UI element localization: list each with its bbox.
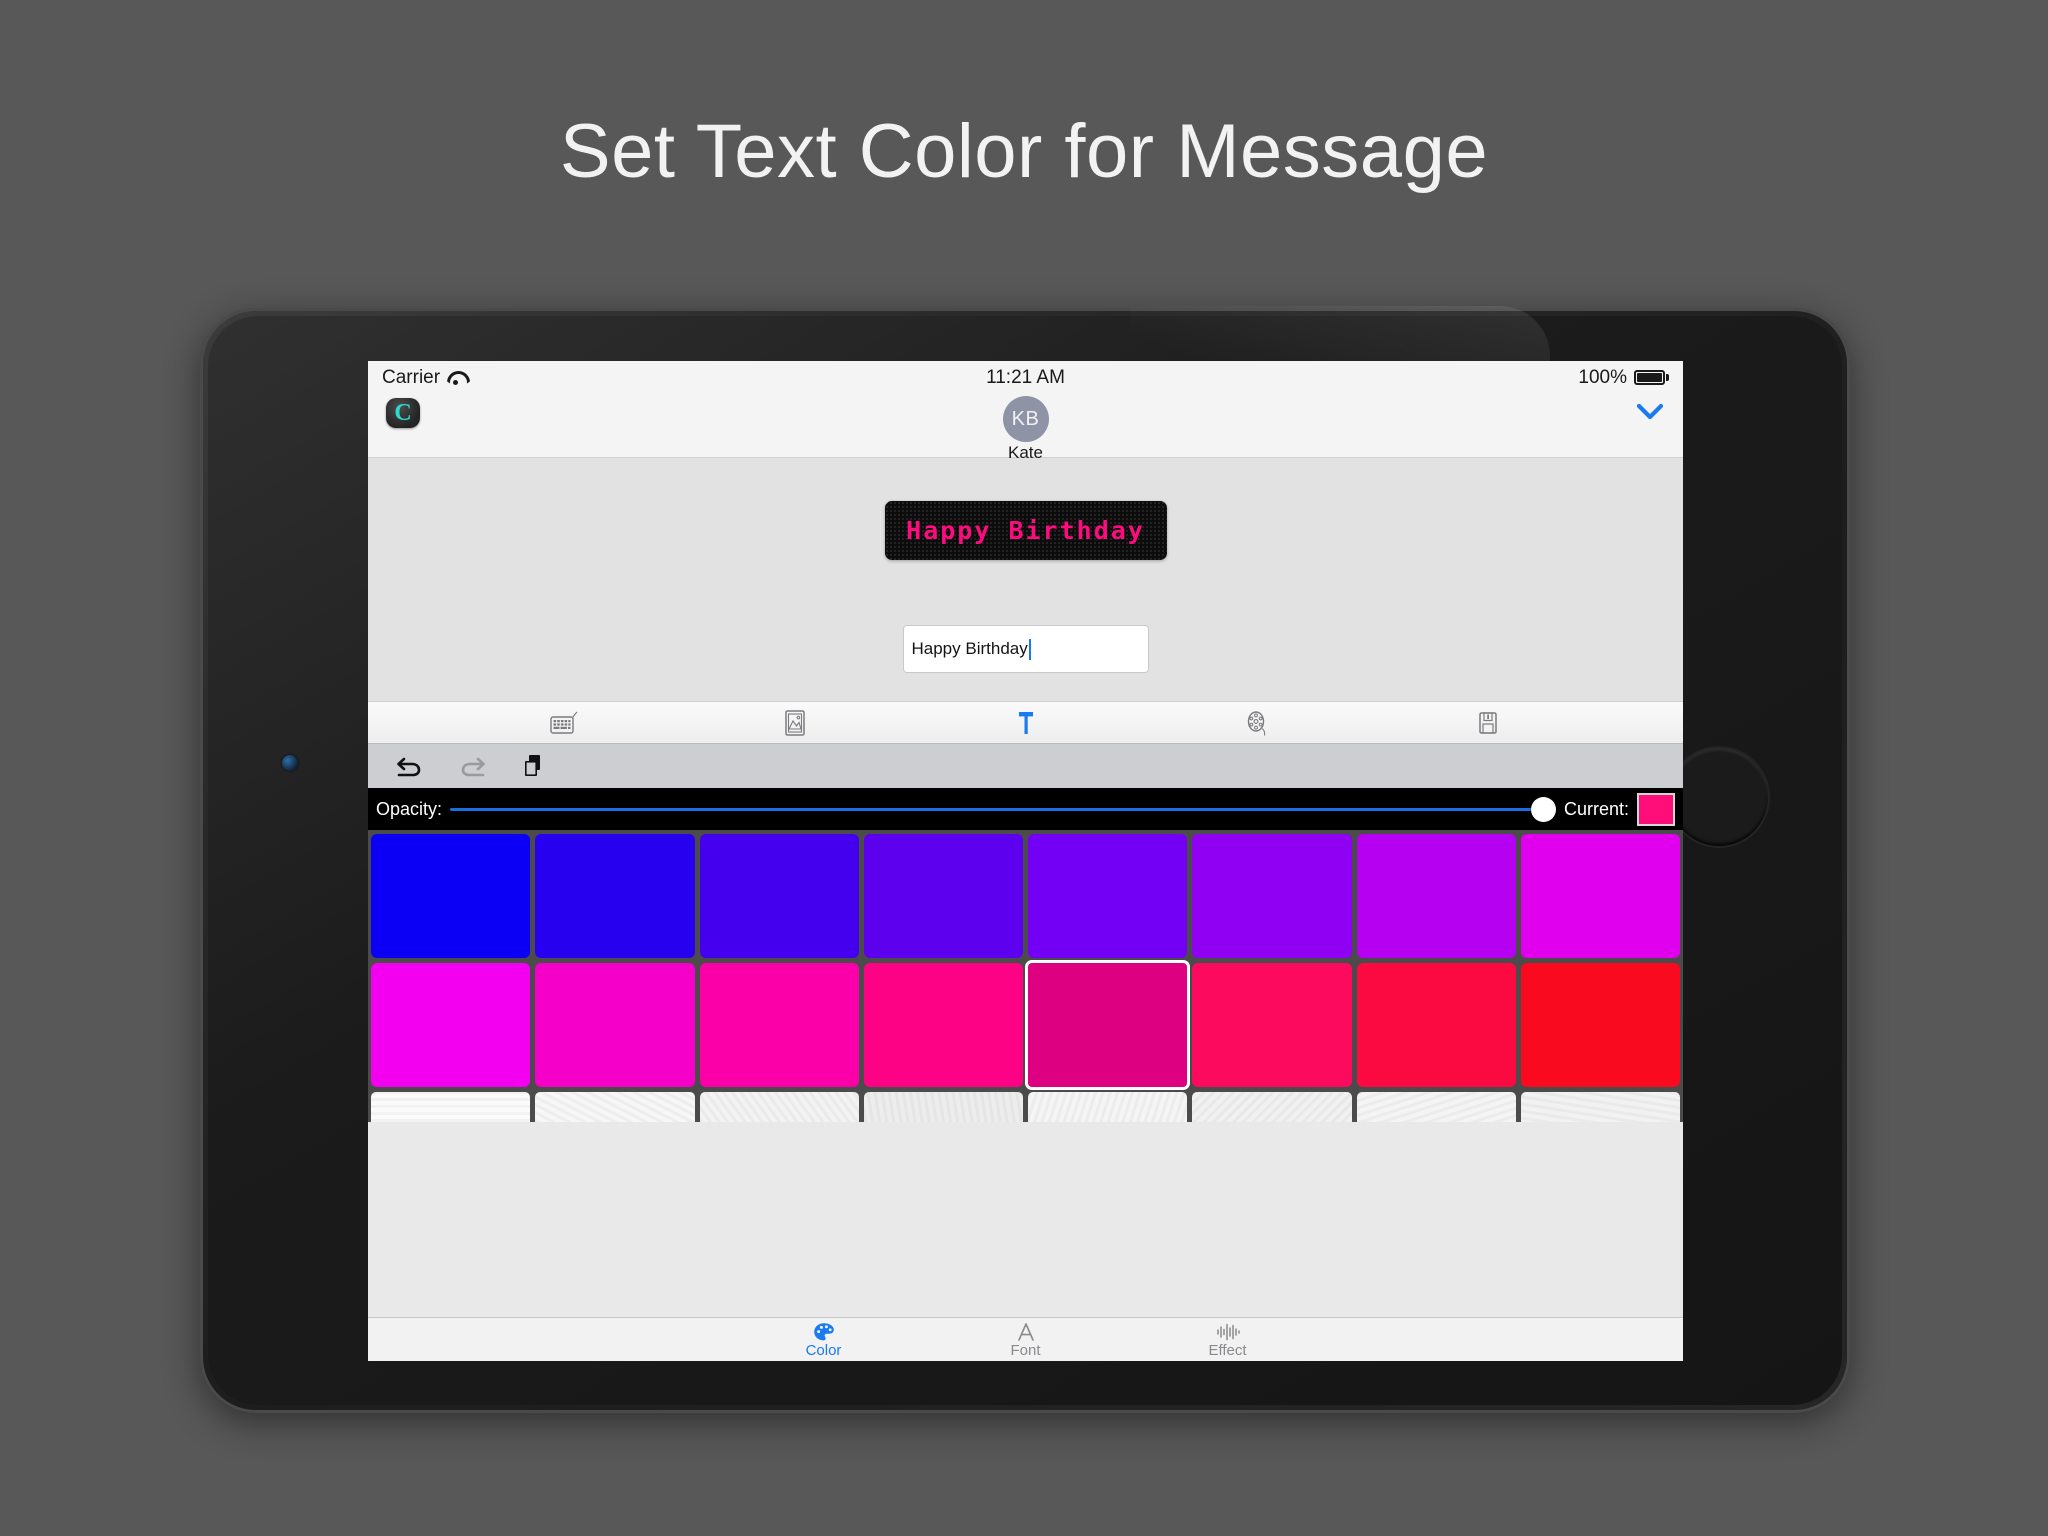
color-swatch[interactable] bbox=[699, 1092, 859, 1122]
color-swatch[interactable] bbox=[1356, 834, 1516, 958]
color-swatch[interactable] bbox=[535, 1092, 695, 1122]
tab-font[interactable]: Font bbox=[981, 1322, 1071, 1358]
tab-color[interactable]: Color bbox=[779, 1322, 869, 1358]
color-swatch[interactable] bbox=[1192, 963, 1352, 1087]
tab-effect-label: Effect bbox=[1208, 1341, 1247, 1359]
redo-icon[interactable] bbox=[454, 749, 490, 783]
save-icon[interactable] bbox=[1458, 703, 1518, 743]
message-text-value: Happy Birthday bbox=[911, 639, 1028, 658]
film-reel-icon[interactable] bbox=[1227, 703, 1287, 743]
color-swatch[interactable] bbox=[1192, 834, 1352, 958]
app-logo-icon[interactable]: C bbox=[386, 398, 420, 428]
font-a-icon bbox=[1017, 1322, 1034, 1341]
keyboard-icon[interactable] bbox=[534, 703, 594, 743]
avatar[interactable]: KB bbox=[1002, 396, 1049, 442]
app-logo-letter: C bbox=[394, 400, 412, 426]
text-icon[interactable] bbox=[996, 703, 1056, 743]
tool-row bbox=[368, 701, 1683, 744]
color-swatch[interactable] bbox=[535, 834, 695, 958]
avatar-initials: KB bbox=[1011, 407, 1040, 430]
opacity-slider-knob[interactable] bbox=[1530, 796, 1556, 822]
palette-row bbox=[371, 963, 1680, 1087]
tab-effect[interactable]: Effect bbox=[1183, 1322, 1273, 1358]
message-canvas[interactable]: Happy Birthday Happy Birthday bbox=[368, 458, 1683, 701]
waveform-icon bbox=[1216, 1323, 1240, 1340]
palette-icon bbox=[813, 1322, 834, 1340]
bottom-tab-bar: Color Font Effect bbox=[368, 1317, 1683, 1361]
text-caret bbox=[1028, 638, 1031, 660]
undo-icon[interactable] bbox=[392, 749, 428, 783]
opacity-slider[interactable] bbox=[450, 796, 1556, 822]
color-swatch[interactable] bbox=[863, 1092, 1023, 1122]
color-swatch[interactable] bbox=[699, 963, 859, 1087]
color-swatch[interactable] bbox=[1028, 834, 1188, 958]
color-swatch[interactable] bbox=[1192, 1092, 1352, 1122]
palette-row bbox=[371, 1092, 1680, 1122]
color-swatch[interactable] bbox=[1356, 1092, 1516, 1122]
device-screen: Carrier 11:21 AM 100% C KB Kate Happy Bi… bbox=[368, 361, 1683, 1361]
color-swatch[interactable] bbox=[371, 1092, 531, 1122]
status-right: 100% bbox=[1578, 367, 1669, 389]
color-swatch[interactable] bbox=[863, 963, 1023, 1087]
chevron-down-icon[interactable] bbox=[1635, 398, 1665, 425]
page-title: Set Text Color for Message bbox=[559, 109, 1489, 194]
message-preview-text: Happy Birthday bbox=[906, 516, 1145, 545]
color-swatch[interactable] bbox=[1520, 834, 1680, 958]
tab-color-label: Color bbox=[805, 1341, 842, 1359]
current-color-label: Current: bbox=[1563, 798, 1629, 819]
color-swatch[interactable] bbox=[371, 963, 531, 1087]
opacity-slider-track bbox=[450, 807, 1532, 811]
nav-bar: C KB Kate bbox=[368, 394, 1683, 462]
opacity-bar: Opacity: Current: bbox=[368, 788, 1683, 830]
front-camera-icon bbox=[282, 755, 298, 771]
copy-icon[interactable] bbox=[516, 749, 552, 783]
message-text-input[interactable]: Happy Birthday bbox=[902, 625, 1149, 673]
color-swatch[interactable] bbox=[1520, 1092, 1680, 1122]
status-bar: Carrier 11:21 AM 100% bbox=[368, 361, 1683, 394]
color-swatch[interactable] bbox=[535, 963, 695, 1087]
color-swatch[interactable] bbox=[699, 834, 859, 958]
current-color-swatch[interactable] bbox=[1637, 792, 1675, 826]
color-palette bbox=[368, 830, 1683, 1122]
status-time: 11:21 AM bbox=[986, 366, 1065, 388]
color-swatch[interactable] bbox=[1028, 963, 1188, 1087]
contact-header: KB Kate bbox=[368, 396, 1683, 463]
tab-font-label: Font bbox=[1010, 1341, 1041, 1359]
opacity-label: Opacity: bbox=[376, 798, 443, 819]
battery-percent-label: 100% bbox=[1578, 366, 1627, 388]
tablet-device: Carrier 11:21 AM 100% C KB Kate Happy Bi… bbox=[200, 306, 1850, 1413]
screenshot-stage: Set Text Color for Message Carrier 11:21… bbox=[0, 0, 2048, 1536]
color-swatch[interactable] bbox=[1356, 963, 1516, 1087]
color-swatch[interactable] bbox=[1028, 1092, 1188, 1122]
color-swatch[interactable] bbox=[1520, 963, 1680, 1087]
edit-row bbox=[368, 744, 1683, 788]
color-swatch[interactable] bbox=[371, 834, 531, 958]
image-icon[interactable] bbox=[765, 703, 825, 743]
color-swatch[interactable] bbox=[863, 834, 1023, 958]
battery-full-icon bbox=[1634, 370, 1669, 385]
palette-row bbox=[371, 834, 1680, 958]
message-preview[interactable]: Happy Birthday bbox=[884, 501, 1167, 560]
home-button[interactable] bbox=[1670, 748, 1768, 846]
